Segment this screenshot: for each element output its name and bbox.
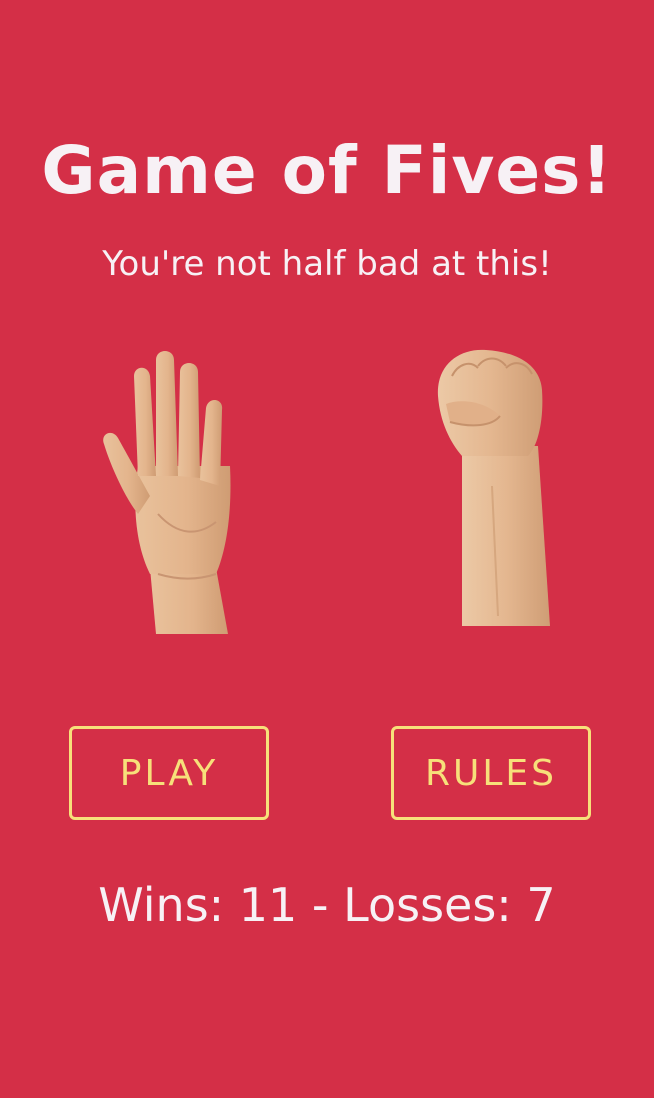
open-hand-icon [98,346,238,638]
fist-icon [432,346,556,630]
game-title: Game of Fives! [41,132,613,209]
game-screen: Game of Fives! You're not half bad at th… [0,0,654,1098]
game-subtitle: You're not half bad at this! [102,244,552,284]
score-display: Wins: 11 - Losses: 7 [98,878,556,932]
rules-button[interactable]: RULES [391,726,591,820]
play-button[interactable]: PLAY [69,726,269,820]
